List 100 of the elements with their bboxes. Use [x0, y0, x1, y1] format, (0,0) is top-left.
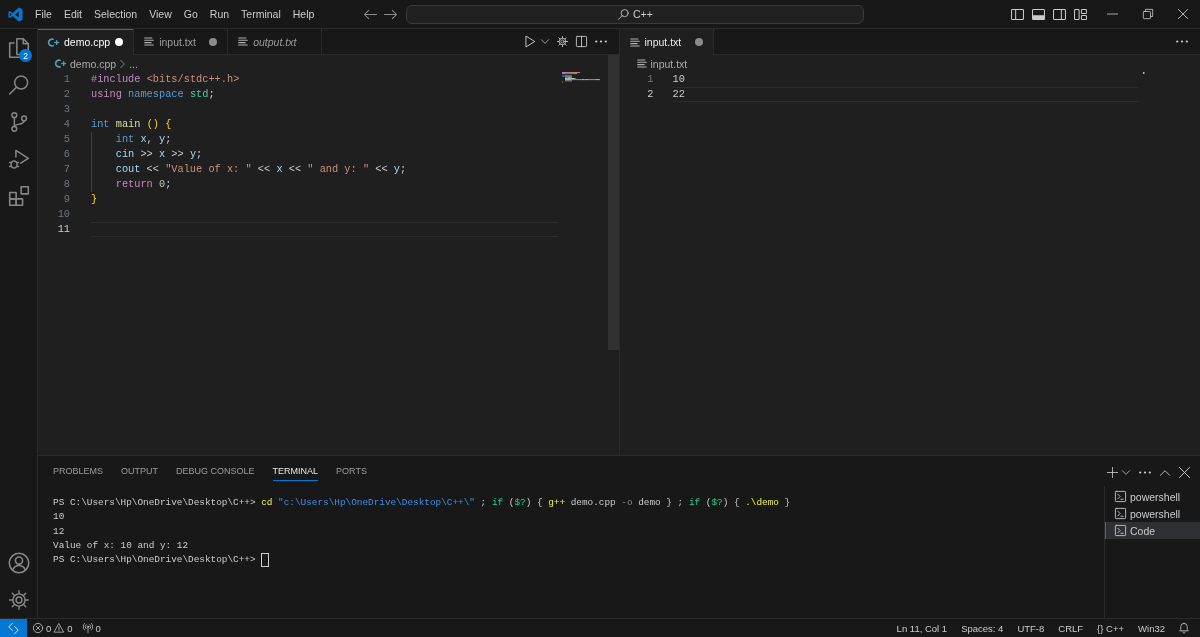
- search-icon[interactable]: [617, 8, 629, 20]
- terminal-line: PS C:\Users\Hp\OneDrive\Desktop\C++> cd "c:\Users\Hp\OneDrive\Desktop\C++\" ; if ($?) { g++ demo.cpp -o demo } ; if ($?) { .\demo }: [53, 496, 791, 510]
- breadcrumb-item[interactable]: demo.cpp: [55, 57, 117, 70]
- restore-icon[interactable]: [1142, 9, 1153, 19]
- menu-item[interactable]: Help: [286, 5, 321, 23]
- menu-item[interactable]: Edit: [57, 5, 88, 23]
- editor-tab[interactable]: output.txt: [228, 29, 323, 54]
- chevron-down-icon[interactable]: [540, 39, 549, 44]
- cpp-file-icon: [55, 59, 66, 68]
- terminal-line: 10: [53, 510, 65, 525]
- breadcrumb-item[interactable]: input.txt: [636, 57, 688, 70]
- back-arrow-icon[interactable]: [364, 8, 378, 20]
- account-icon[interactable]: [8, 552, 29, 573]
- forward-arrow-icon[interactable]: [384, 8, 398, 20]
- code-line: cin >> x >> y;: [91, 147, 558, 162]
- terminal-icon: [1115, 508, 1126, 519]
- status-item[interactable]: UTF-8: [1012, 622, 1050, 634]
- terminal-line: 12: [53, 524, 65, 539]
- play-bug-icon[interactable]: [8, 148, 29, 169]
- line-number: 3: [62, 102, 70, 117]
- line-number: 9: [62, 192, 70, 207]
- line-number: 6: [62, 147, 70, 162]
- play-icon[interactable]: [524, 36, 536, 47]
- terminal-icon: [1115, 525, 1126, 536]
- customize-layout-icon[interactable]: [1074, 8, 1087, 20]
- right-sidebar-layout-icon[interactable]: [1053, 8, 1066, 20]
- split-editor-icon[interactable]: [575, 36, 587, 47]
- chevron-down-icon[interactable]: [1122, 470, 1130, 475]
- cpp-file-icon: [48, 37, 59, 47]
- code-line: using namespace std;: [91, 87, 216, 102]
- code-line: cout << "Value of x: " << x << " and y: " << y;: [91, 162, 558, 177]
- terminal-instance[interactable]: Code: [1105, 522, 1200, 539]
- menu-item[interactable]: Go: [177, 5, 204, 23]
- status-item[interactable]: Spaces: 4: [956, 622, 1009, 634]
- line-number: 10: [56, 207, 70, 222]
- remote-icon: [8, 622, 19, 634]
- lines-file-icon: [629, 37, 640, 47]
- code-line: int main () {: [91, 117, 173, 132]
- more-icon[interactable]: [1139, 471, 1151, 474]
- editor-tab[interactable]: input.txt: [619, 29, 714, 55]
- gear-icon[interactable]: [556, 36, 568, 47]
- remote-button[interactable]: [0, 619, 27, 637]
- status-item[interactable]: Ln 11, Col 1: [891, 622, 953, 634]
- menu-item[interactable]: View: [143, 5, 178, 23]
- line-number: 7: [62, 162, 70, 177]
- bottom-panel-layout-icon[interactable]: [1032, 8, 1045, 20]
- editor-tab[interactable]: demo.cpp: [38, 29, 135, 55]
- panel-tab[interactable]: TERMINAL: [272, 461, 319, 481]
- code-line: 10: [672, 72, 686, 87]
- plus-icon[interactable]: [1107, 467, 1118, 478]
- close-icon[interactable]: [1177, 9, 1188, 19]
- more-icon[interactable]: [594, 40, 607, 43]
- editor-tab[interactable]: input.txt: [134, 29, 229, 54]
- menu-item[interactable]: File: [29, 5, 58, 23]
- extensions-icon[interactable]: [8, 185, 29, 206]
- chevron-up-icon[interactable]: [1160, 469, 1170, 476]
- panel-tab[interactable]: OUTPUT: [121, 461, 158, 481]
- line-number: 8: [62, 177, 70, 192]
- code-line: int x, y;: [91, 132, 558, 147]
- close-icon[interactable]: [1179, 467, 1190, 478]
- terminal-line: PS C:\Users\Hp\OneDrive\Desktop\C++>: [53, 553, 257, 568]
- line-number: 11: [56, 222, 70, 237]
- line-number: 2: [62, 87, 70, 102]
- scrollbar-thumb[interactable]: [607, 55, 619, 350]
- terminal-icon: [1115, 491, 1126, 502]
- status-item[interactable]: {} C++: [1092, 622, 1130, 634]
- ports-status[interactable]: 0: [77, 622, 106, 634]
- status-item[interactable]: Win32: [1133, 622, 1170, 634]
- code-line: #include <bits/stdc++.h>: [91, 72, 241, 87]
- bell-icon[interactable]: [1179, 623, 1189, 633]
- menu-item[interactable]: Run: [203, 5, 236, 23]
- left-sidebar-layout-icon[interactable]: [1011, 8, 1024, 20]
- line-number: 5: [62, 132, 70, 147]
- terminal-instance[interactable]: powershell: [1105, 505, 1200, 522]
- status-item[interactable]: CRLF: [1053, 622, 1089, 634]
- problems-status[interactable]: 0 0: [28, 622, 78, 634]
- warning-icon: [54, 623, 65, 633]
- branch-icon[interactable]: [8, 111, 29, 132]
- line-number: 1: [646, 72, 654, 87]
- terminal-line: Value of x: 10 and y: 12: [53, 538, 189, 553]
- menu-item[interactable]: Selection: [88, 5, 144, 23]
- minimap[interactable]: [561, 72, 600, 83]
- breadcrumb-item[interactable]: ...: [129, 57, 138, 70]
- panel-tab[interactable]: PROBLEMS: [53, 461, 103, 481]
- line-number: 2: [646, 87, 654, 102]
- more-icon[interactable]: [1176, 40, 1188, 43]
- line-number: 1: [62, 72, 70, 87]
- terminal-instance[interactable]: powershell: [1105, 488, 1200, 505]
- lines-file-icon: [238, 37, 249, 46]
- code-line: }: [91, 192, 99, 207]
- settings-icon[interactable]: [8, 589, 29, 610]
- menu-item[interactable]: Terminal: [235, 5, 287, 23]
- count-badge: 2: [19, 49, 32, 62]
- command-center-search[interactable]: C++: [406, 4, 865, 24]
- files-icon[interactable]: [8, 37, 29, 58]
- error-icon: [33, 623, 43, 633]
- code-line: return 0;: [91, 177, 558, 192]
- panel-tab[interactable]: DEBUG CONSOLE: [176, 461, 255, 481]
- panel-tab[interactable]: PORTS: [336, 461, 367, 481]
- search-icon[interactable]: [8, 74, 29, 95]
